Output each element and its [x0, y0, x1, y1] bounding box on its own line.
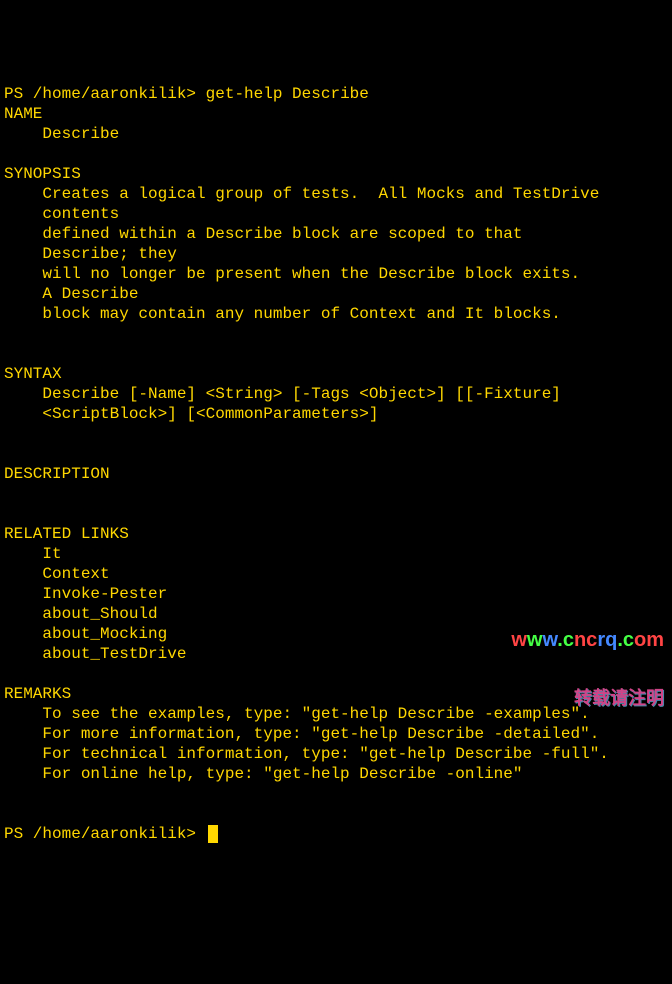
terminal-output: PS /home/aaronkilik> get-help Describe N… — [4, 84, 668, 844]
watermark-text: 转载请注明 — [511, 689, 664, 709]
watermark: www.cncrq.com 转载请注明 — [511, 594, 664, 726]
ps-prompt-1: PS /home/aaronkilik> — [4, 85, 206, 103]
cursor-icon — [208, 825, 218, 843]
entered-command: get-help Describe — [206, 85, 369, 103]
watermark-url: www.cncrq.com — [511, 629, 664, 651]
ps-prompt-2[interactable]: PS /home/aaronkilik> — [4, 825, 206, 843]
